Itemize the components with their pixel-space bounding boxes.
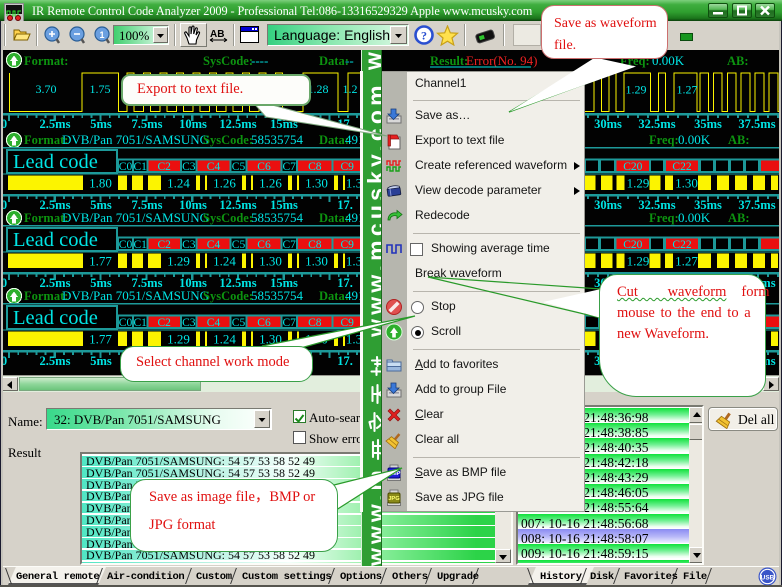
svg-text:USB: USB (761, 575, 775, 582)
